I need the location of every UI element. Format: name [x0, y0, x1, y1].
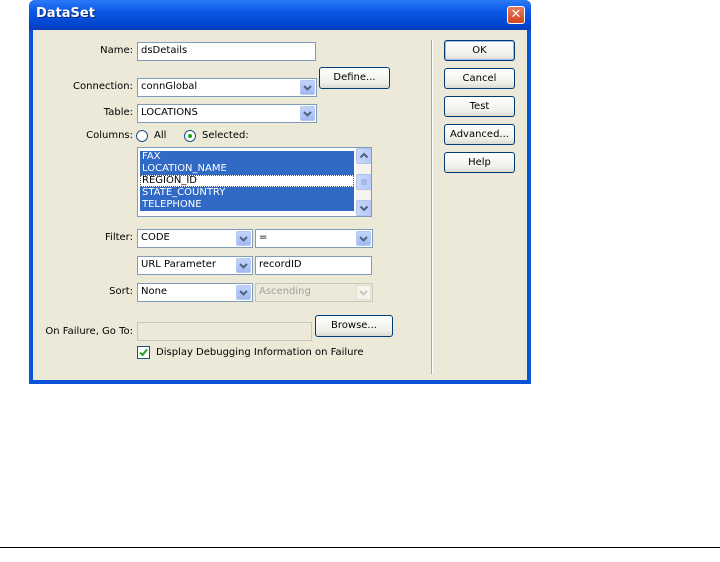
filter-operator-select[interactable]: = — [255, 229, 373, 248]
table-select[interactable]: LOCATIONS — [137, 104, 317, 123]
sort-column-select[interactable]: None — [137, 283, 253, 302]
list-item[interactable]: REGION_ID — [140, 175, 354, 187]
table-label: Table: — [103, 107, 133, 118]
checkmark-icon — [139, 348, 148, 357]
page-divider — [0, 547, 720, 548]
cancel-button[interactable]: Cancel — [444, 68, 515, 89]
test-button[interactable]: Test — [444, 96, 515, 117]
list-item[interactable]: FAX — [140, 151, 354, 163]
chevron-down-icon[interactable] — [300, 80, 315, 95]
sort-direction-value: Ascending — [259, 286, 311, 297]
connection-label: Connection: — [73, 81, 133, 92]
title-bar[interactable]: DataSet ✕ — [29, 0, 531, 30]
filter-source-value: URL Parameter — [141, 259, 217, 270]
debug-label[interactable]: Display Debugging Information on Failure — [156, 347, 364, 358]
list-item[interactable]: TELEPHONE — [140, 199, 354, 211]
chevron-down-icon[interactable] — [236, 285, 251, 300]
scroll-up-button[interactable] — [356, 148, 371, 164]
name-label: Name: — [100, 45, 133, 56]
close-button[interactable]: ✕ — [507, 6, 525, 24]
vertical-divider — [431, 40, 433, 374]
sort-direction-select: Ascending — [255, 283, 373, 302]
scroll-thumb[interactable] — [356, 174, 371, 190]
dialog-body: Name: dsDetails Connection: connGlobal D… — [33, 30, 527, 380]
filter-source-select[interactable]: URL Parameter — [137, 256, 253, 275]
on-failure-label: On Failure, Go To: — [45, 326, 133, 337]
columns-all-label[interactable]: All — [154, 130, 166, 141]
filter-column-value: CODE — [141, 232, 170, 243]
dataset-dialog: DataSet ✕ Name: dsDetails Connection: co… — [29, 0, 531, 384]
scroll-down-button[interactable] — [356, 200, 371, 216]
columns-label: Columns: — [86, 130, 133, 141]
ok-button[interactable]: OK — [444, 40, 515, 61]
columns-all-radio[interactable] — [136, 130, 148, 142]
connection-select[interactable]: connGlobal — [137, 78, 317, 97]
dialog-title: DataSet — [36, 6, 95, 21]
advanced-button[interactable]: Advanced... — [444, 124, 515, 145]
filter-value-input[interactable]: recordID — [255, 256, 372, 275]
columns-scrollbar[interactable] — [356, 148, 371, 216]
columns-selected-radio[interactable] — [184, 130, 196, 142]
sort-label: Sort: — [109, 286, 133, 297]
filter-column-select[interactable]: CODE — [137, 229, 253, 248]
filter-operator-value: = — [259, 232, 268, 243]
on-failure-input — [137, 322, 312, 341]
columns-listbox[interactable]: FAX LOCATION_NAME REGION_ID STATE_COUNTR… — [137, 147, 372, 217]
chevron-down-icon[interactable] — [356, 231, 371, 246]
list-item[interactable]: LOCATION_NAME — [140, 163, 354, 175]
list-item[interactable]: STATE_COUNTRY — [140, 187, 354, 199]
browse-button[interactable]: Browse... — [315, 315, 393, 337]
sort-column-value: None — [141, 286, 168, 297]
filter-value-text: recordID — [259, 259, 302, 270]
name-input-value: dsDetails — [141, 45, 188, 56]
columns-selected-label[interactable]: Selected: — [202, 130, 249, 141]
name-input[interactable]: dsDetails — [137, 42, 316, 61]
radio-dot-icon — [188, 134, 192, 138]
chevron-down-icon[interactable] — [236, 258, 251, 273]
filter-label: Filter: — [105, 232, 133, 243]
help-button[interactable]: Help — [444, 152, 515, 173]
table-select-value: LOCATIONS — [141, 107, 198, 118]
chevron-down-icon[interactable] — [300, 106, 315, 121]
connection-select-value: connGlobal — [141, 81, 198, 92]
chevron-down-icon[interactable] — [236, 231, 251, 246]
close-icon: ✕ — [510, 7, 522, 22]
debug-checkbox[interactable] — [137, 346, 150, 359]
chevron-down-icon — [356, 285, 371, 300]
define-button[interactable]: Define... — [319, 67, 390, 89]
